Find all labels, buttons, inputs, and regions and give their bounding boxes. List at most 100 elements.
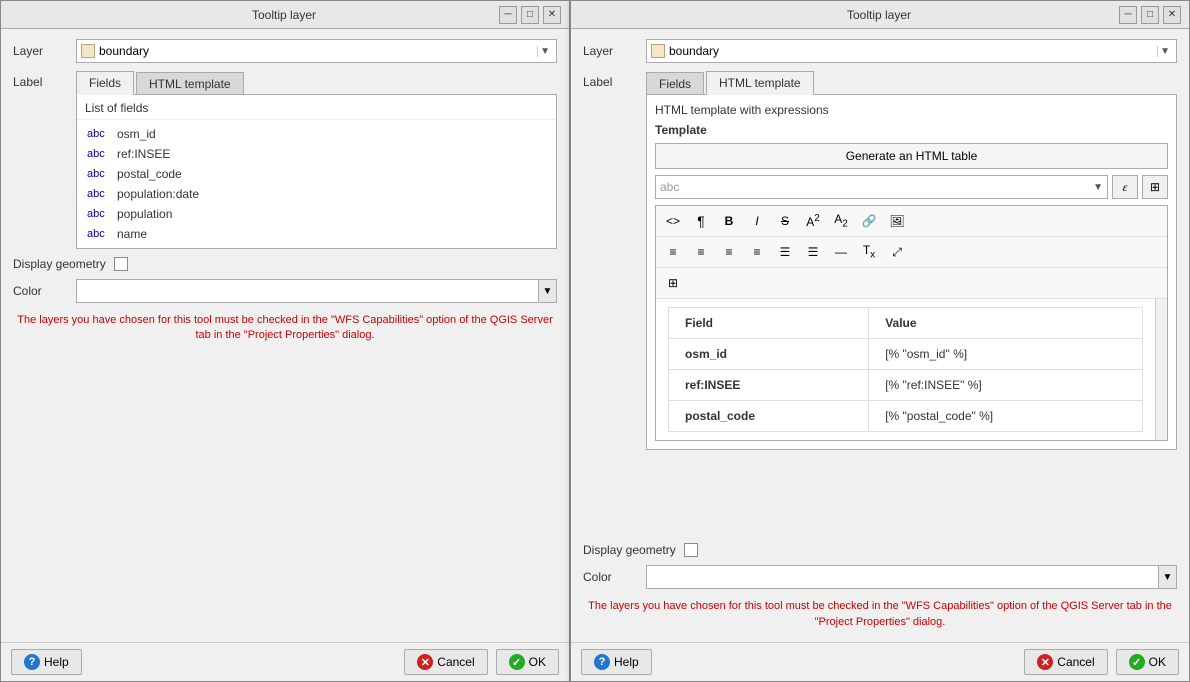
right-tb-sub-btn[interactable]: A2 <box>828 209 854 233</box>
left-title-bar: Tooltip layer ─ □ ✕ <box>1 1 569 29</box>
left-cancel-label: Cancel <box>437 655 474 669</box>
right-tb-bullet-btn[interactable]: ☰ <box>772 240 798 264</box>
left-color-row: Color ▼ <box>13 279 557 303</box>
right-tb-fullscreen-btn[interactable]: ⤢ <box>884 240 910 264</box>
right-dialog: Tooltip layer ─ □ ✕ Layer boundary ▼ Lab… <box>570 0 1190 682</box>
left-maximize-button[interactable]: □ <box>521 6 539 24</box>
list-item[interactable]: abcosm_id <box>77 124 556 144</box>
right-tb-justify-btn[interactable]: ≡ <box>744 240 770 264</box>
right-tb-link-btn[interactable]: 🔗 <box>856 209 882 233</box>
link-icon: 🔗 <box>862 214 877 228</box>
right-help-button[interactable]: ? Help <box>581 649 652 675</box>
subscript-icon: A2 <box>834 212 848 229</box>
list-item[interactable]: abc postal_code <box>77 164 556 184</box>
fullscreen-icon: ⤢ <box>892 245 902 260</box>
right-editor-field-placeholder: abc <box>660 180 679 194</box>
right-tb-italic-btn[interactable]: I <box>744 209 770 233</box>
right-color-box[interactable]: ▼ <box>646 565 1177 589</box>
bullet-list-icon: ☰ <box>780 245 791 259</box>
list-item[interactable]: abcpopulation <box>77 204 556 224</box>
right-tb-strike-btn[interactable]: S <box>772 209 798 233</box>
left-color-box[interactable]: ▼ <box>76 279 557 303</box>
image-icon: 🖼 <box>889 214 904 228</box>
left-help-icon: ? <box>24 654 40 670</box>
right-tb-code-btn[interactable]: <> <box>660 209 686 233</box>
right-generate-btn[interactable]: Generate an HTML table <box>655 143 1168 169</box>
right-editor-field-select[interactable]: abc ▼ <box>655 175 1108 199</box>
right-editor-body-wrapper: Field Value osm_id [% "osm_id" %] <box>656 299 1167 440</box>
left-ok-label: OK <box>529 655 546 669</box>
left-tab-fields[interactable]: Fields <box>76 71 134 95</box>
right-template-label: Template <box>655 123 1168 137</box>
right-tb-super-btn[interactable]: A2 <box>800 209 826 233</box>
left-display-geometry-row: Display geometry <box>13 257 557 271</box>
right-tb-hr-btn[interactable]: — <box>828 240 854 264</box>
right-tb-image-btn[interactable]: 🖼 <box>884 209 910 233</box>
right-minimize-button[interactable]: ─ <box>1119 6 1137 24</box>
right-tb-align-center-btn[interactable]: ≡ <box>688 240 714 264</box>
right-tb-bold-btn[interactable]: B <box>716 209 742 233</box>
field-name-label: postal_code <box>117 167 182 181</box>
right-tb-align-left-btn[interactable]: ≡ <box>660 240 686 264</box>
right-html-table: Field Value osm_id [% "osm_id" %] <box>668 307 1143 432</box>
right-color-dropdown[interactable]: ▼ <box>1158 566 1176 588</box>
list-item[interactable]: abcref:INSEE <box>77 144 556 164</box>
right-display-geometry-label: Display geometry <box>583 543 676 557</box>
left-cancel-button[interactable]: ✕ Cancel <box>404 649 487 675</box>
table-header-field: Field <box>669 308 869 339</box>
right-editor-plus-btn[interactable]: ⊞ <box>1142 175 1168 199</box>
numbered-list-icon: ☰ <box>808 245 819 259</box>
left-help-button[interactable]: ? Help <box>11 649 82 675</box>
right-dialog-title: Tooltip layer <box>639 8 1119 22</box>
right-layer-label: Layer <box>583 44 638 58</box>
left-tab-html[interactable]: HTML template <box>136 72 244 95</box>
right-display-geometry-checkbox[interactable] <box>684 543 698 557</box>
right-close-button[interactable]: ✕ <box>1163 6 1181 24</box>
left-close-button[interactable]: ✕ <box>543 6 561 24</box>
right-tb-align-right-btn[interactable]: ≡ <box>716 240 742 264</box>
table-cell-osm-id-field: osm_id <box>669 339 869 370</box>
left-display-geometry-checkbox[interactable] <box>114 257 128 271</box>
right-tab-content: HTML template with expressions Template … <box>646 94 1177 450</box>
left-display-geometry-label: Display geometry <box>13 257 106 271</box>
right-editor-body[interactable]: Field Value osm_id [% "osm_id" %] <box>656 299 1155 440</box>
right-toolbar-row-1: <> ¶ B I S A2 A2 🔗 🖼 <box>656 206 1167 237</box>
right-tab-fields[interactable]: Fields <box>646 72 704 95</box>
right-layer-dropdown-arrow[interactable]: ▼ <box>1157 46 1172 57</box>
right-label-label: Label <box>583 71 638 89</box>
left-layer-select[interactable]: boundary ▼ <box>76 39 557 63</box>
right-editor-field-arrow[interactable]: ▼ <box>1093 182 1103 193</box>
right-editor-scrollbar[interactable] <box>1155 299 1167 440</box>
clear-format-icon: Tx <box>863 243 875 260</box>
strikethrough-icon: S <box>781 214 789 228</box>
list-item[interactable]: abcpopulation:date <box>77 184 556 204</box>
field-type-label: abc <box>87 168 111 180</box>
left-ok-button[interactable]: ✓ OK <box>496 649 559 675</box>
right-display-geometry-row: Display geometry <box>583 543 1177 557</box>
right-tb-table-btn[interactable]: ⊞ <box>660 271 686 295</box>
left-layer-label: Layer <box>13 44 68 58</box>
left-layer-icon <box>81 44 95 58</box>
right-tb-heading-btn[interactable]: ¶ <box>688 209 714 233</box>
list-item[interactable]: abcname <box>77 224 556 244</box>
left-tab-content: List of fields abcosm_idabcref:INSEEabcp… <box>76 94 557 249</box>
left-minimize-button[interactable]: ─ <box>499 6 517 24</box>
left-layer-dropdown-arrow[interactable]: ▼ <box>537 46 552 57</box>
right-maximize-button[interactable]: □ <box>1141 6 1159 24</box>
right-title-controls: ─ □ ✕ <box>1119 6 1181 24</box>
left-dialog-content: Layer boundary ▼ Label Fields HTML templ… <box>1 29 569 642</box>
left-help-label: Help <box>44 655 69 669</box>
right-cancel-button[interactable]: ✕ Cancel <box>1024 649 1107 675</box>
left-color-dropdown[interactable]: ▼ <box>538 280 556 302</box>
right-tb-clear-btn[interactable]: Tx <box>856 240 882 264</box>
right-ok-label: OK <box>1149 655 1166 669</box>
right-tab-html[interactable]: HTML template <box>706 71 814 95</box>
table-cell-osm-id-value: [% "osm_id" %] <box>869 339 1143 370</box>
right-layer-select[interactable]: boundary ▼ <box>646 39 1177 63</box>
right-html-content: HTML template with expressions Template … <box>647 95 1176 449</box>
right-tb-numbered-btn[interactable]: ☰ <box>800 240 826 264</box>
left-bottom-buttons: ? Help ✕ Cancel ✓ OK <box>1 642 569 681</box>
right-editor-epsilon-btn[interactable]: ε <box>1112 175 1138 199</box>
right-ok-button[interactable]: ✓ OK <box>1116 649 1179 675</box>
right-layer-select-inner: boundary <box>651 44 1153 58</box>
